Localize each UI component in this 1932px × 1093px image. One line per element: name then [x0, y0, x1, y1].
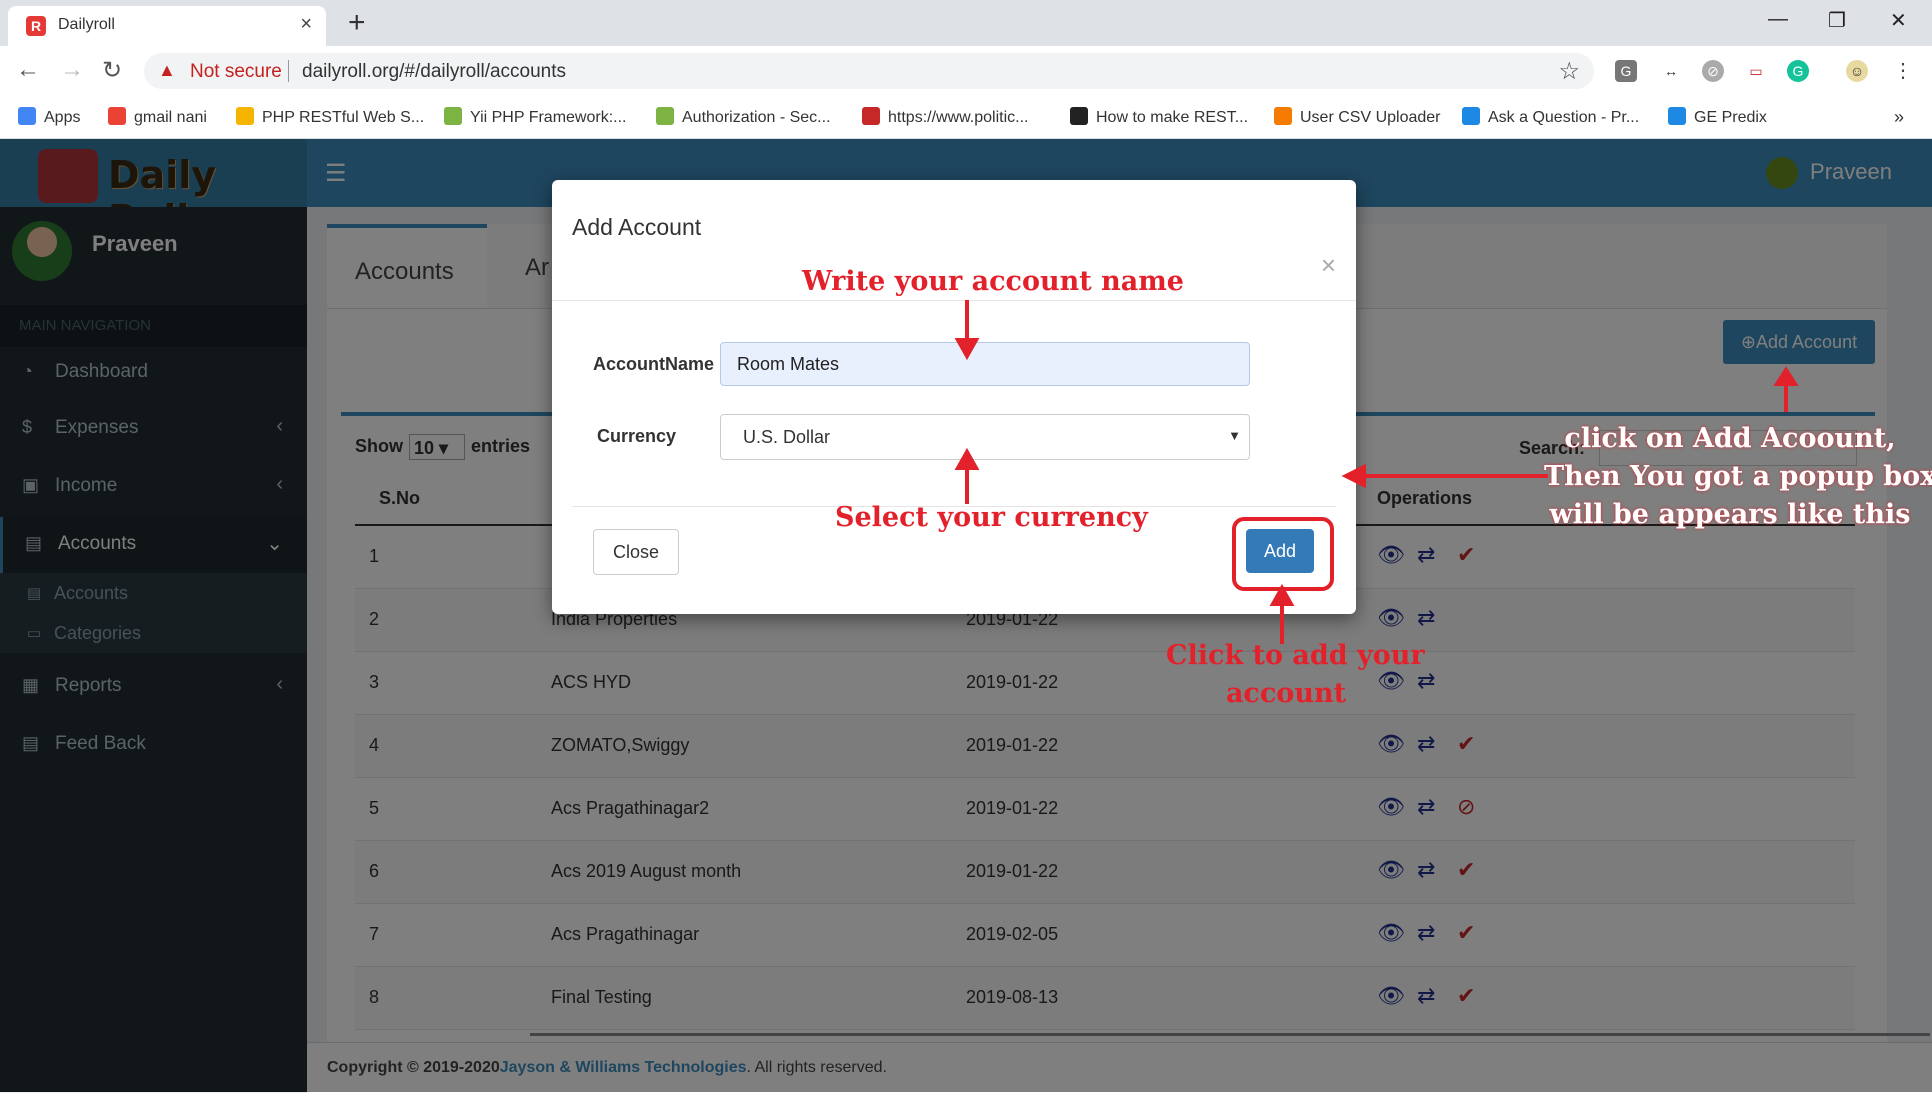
- annotation-click-add-1: Click to add your: [1166, 640, 1425, 671]
- annotation-click-add-2: account: [1225, 678, 1347, 709]
- annotation-side-1: click on Add Acoount,: [1564, 423, 1896, 454]
- arrowhead-up: [954, 447, 980, 470]
- annotation-side-3: will be appears like this: [1549, 499, 1911, 530]
- arrowhead-left: [1341, 463, 1366, 489]
- arrowhead-up: [1773, 366, 1799, 386]
- annotation-write-name: Write your account name: [802, 266, 1184, 297]
- arrowhead-down: [954, 338, 980, 361]
- annotation-side-2: Then You got a popup box: [1544, 461, 1932, 492]
- annotation-arrows: [954, 300, 1799, 644]
- arrowhead-up: [1269, 583, 1295, 606]
- annotation-select-currency: Select your currency: [835, 502, 1148, 533]
